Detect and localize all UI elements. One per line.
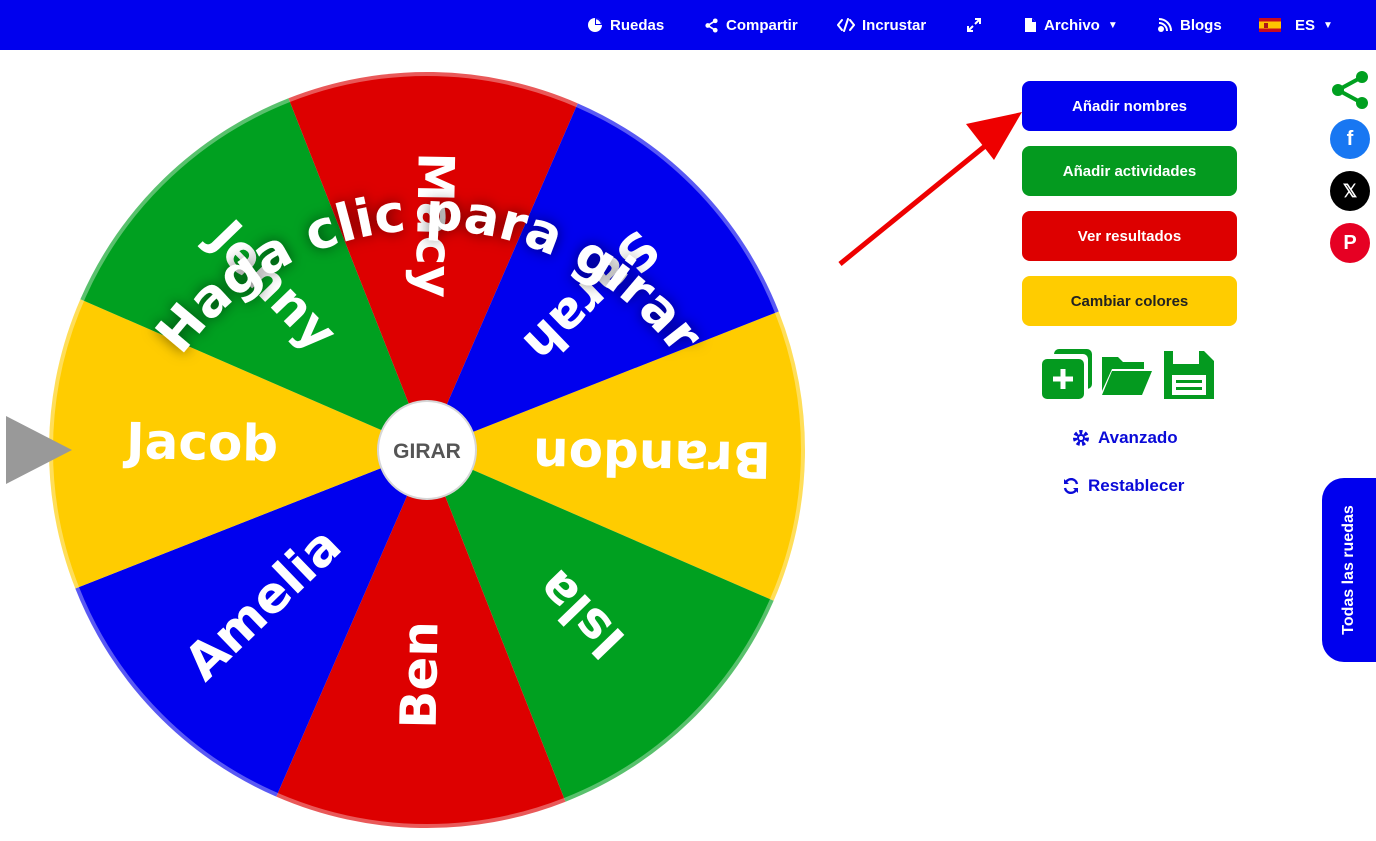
pinterest-share-button[interactable]: P <box>1330 223 1370 263</box>
view-results-label: Ver resultados <box>1077 227 1182 245</box>
add-activities-button[interactable]: Añadir actividades <box>1022 146 1237 196</box>
add-names-label: Añadir nombres <box>1071 97 1188 115</box>
reset-label: Restablecer <box>1088 476 1185 495</box>
advanced-label: Avanzado <box>1098 428 1178 447</box>
all-wheels-label: Todas las ruedas <box>1340 505 1357 635</box>
new-wheel-icon[interactable] <box>1040 347 1094 401</box>
facebook-share-button[interactable]: f <box>1330 119 1370 159</box>
advanced-link[interactable]: Avanzado <box>1072 428 1178 448</box>
share-network-icon[interactable] <box>1330 70 1370 110</box>
change-colors-label: Cambiar colores <box>1070 292 1189 310</box>
facebook-icon: f <box>1346 127 1354 150</box>
add-activities-label: Añadir actividades <box>1062 162 1197 180</box>
view-results-button[interactable]: Ver resultados <box>1022 211 1237 261</box>
arrow-line <box>838 140 992 266</box>
x-share-button[interactable]: 𝕏 <box>1330 171 1370 211</box>
x-logo-icon: 𝕏 <box>1342 180 1358 201</box>
save-disk-icon[interactable] <box>1162 347 1216 401</box>
open-folder-icon[interactable] <box>1100 347 1154 401</box>
refresh-icon <box>1063 477 1079 495</box>
all-wheels-tab[interactable]: Todas las ruedas <box>1322 478 1376 662</box>
file-actions <box>1040 347 1218 403</box>
pinterest-icon: P <box>1343 231 1357 254</box>
reset-link[interactable]: Restablecer <box>1062 476 1184 496</box>
add-names-button[interactable]: Añadir nombres <box>1022 81 1237 131</box>
change-colors-button[interactable]: Cambiar colores <box>1022 276 1237 326</box>
gear-icon <box>1073 430 1089 446</box>
